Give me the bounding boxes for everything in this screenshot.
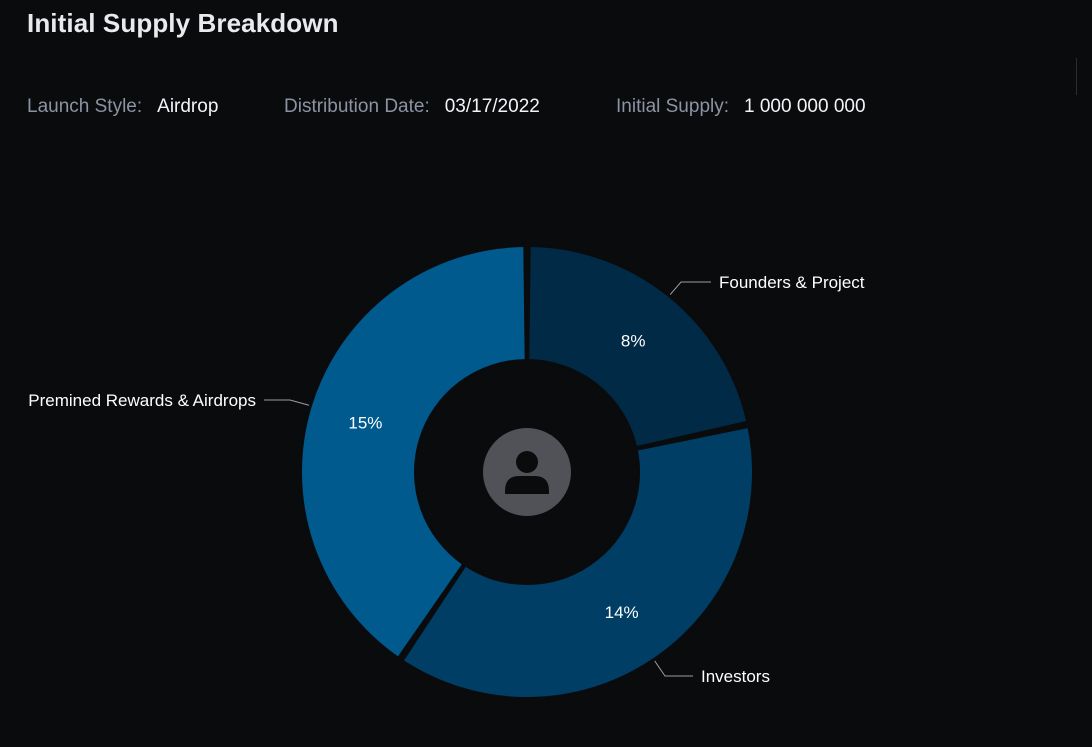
slice-leader-line: [654, 660, 693, 677]
slice-value-label: 14%: [605, 603, 639, 622]
supply-breakdown-panel: Initial Supply Breakdown Launch Style: A…: [0, 0, 1092, 747]
supply-donut-chart: Founders & Project Investors Premined Rewa…: [28, 245, 865, 699]
avatar-head: [516, 451, 538, 473]
slice-leader-line: [669, 281, 711, 295]
avatar-shoulders: [505, 476, 549, 494]
user-avatar-icon: [483, 428, 571, 516]
slice-value-label: 15%: [348, 414, 382, 433]
slice-value-label: 8%: [621, 332, 646, 351]
slice-leader-line: [264, 399, 310, 406]
slice-category-label: Investors: [701, 667, 770, 686]
slice-category-label: Founders & Project: [719, 273, 865, 292]
slice-category-label: Premined Rewards & Airdrops: [28, 391, 256, 410]
